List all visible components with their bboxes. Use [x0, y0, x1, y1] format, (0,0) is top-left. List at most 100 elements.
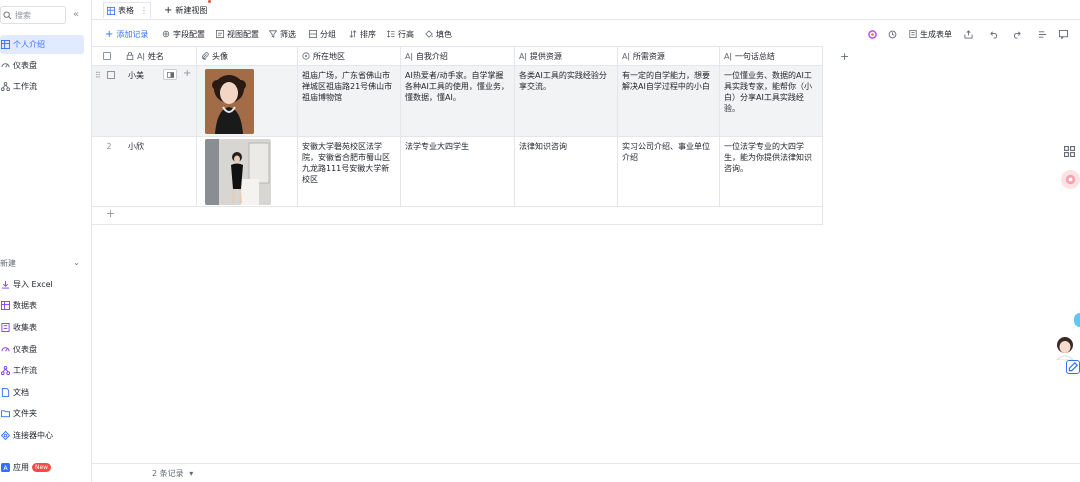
row-checkbox[interactable]	[106, 71, 115, 79]
record-count[interactable]: 2 条记录 ▾	[152, 468, 193, 479]
column-label: 自我介绍	[415, 51, 448, 61]
new-view-label: 新建视图	[175, 5, 208, 15]
add-record-button[interactable]: + 添加记录	[105, 28, 148, 40]
dashboard-icon	[0, 61, 10, 71]
cell-text: 实习公司介绍、事业单位介绍	[622, 142, 710, 162]
comments-icon[interactable]	[1059, 28, 1068, 40]
view-config-button[interactable]: 视图配置	[216, 28, 259, 40]
column-header-avatar[interactable]: 头像	[197, 46, 298, 66]
sidebar-item-personal-intro[interactable]: 个人介绍	[0, 35, 84, 54]
add-row-button[interactable]: +	[92, 207, 823, 225]
new-view-button[interactable]: + 新建视图	[164, 0, 212, 18]
form-icon	[0, 322, 10, 332]
column-header-intro[interactable]: Aǀ 自我介绍	[401, 46, 515, 66]
table-cell-provide[interactable]: 法律知识咨询	[515, 137, 618, 207]
table-cell-avatar[interactable]	[197, 137, 298, 207]
text-field-icon: Aǀ	[405, 51, 413, 61]
table-cell-summary[interactable]: 一位懂业务、数据的AI工具实践专家，能帮你（小白）分享AI工具实践经验。	[720, 66, 823, 137]
search-input[interactable]: 搜索	[0, 6, 66, 24]
avatar-assistant[interactable]	[1054, 336, 1076, 362]
column-header-need[interactable]: Aǀ 所需资源	[618, 46, 720, 66]
sidebar-item-workflow[interactable]: 工作流	[0, 77, 84, 96]
filter-icon	[269, 30, 277, 38]
tab-grid-view[interactable]: 表格 ⋮	[103, 2, 151, 18]
row-height-button[interactable]: 行高	[387, 28, 414, 40]
workflow-icon	[0, 365, 10, 375]
plus-icon: +	[164, 4, 173, 16]
cell-text: 有一定的自学能力，想要解决AI自学过程中的小白	[622, 71, 710, 91]
table-cell-intro[interactable]: 法学专业大四学生	[401, 137, 515, 207]
undo-icon[interactable]	[990, 28, 999, 40]
redo-icon[interactable]	[1012, 28, 1021, 40]
row-handle[interactable]: ⠿	[92, 66, 122, 137]
column-header-name[interactable]: Aǀ 姓名	[122, 46, 197, 66]
collapse-sidebar-icon[interactable]: «	[73, 9, 79, 20]
group-icon	[309, 30, 317, 38]
new-folder[interactable]: 文件夹	[0, 405, 37, 421]
generate-form-label: 生成表单	[920, 29, 952, 39]
ai-assistant-icon[interactable]	[868, 28, 877, 40]
add-column-button[interactable]: +	[840, 50, 849, 63]
chat-edit-icon[interactable]	[1066, 360, 1080, 374]
new-item-label: 导入 Excel	[13, 279, 53, 289]
view-config-icon	[216, 30, 224, 38]
generate-form-button[interactable]: 生成表单	[909, 28, 952, 40]
new-datatable[interactable]: 数据表	[0, 297, 37, 313]
column-header-region[interactable]: 所在地区	[298, 46, 401, 66]
column-header-provide[interactable]: Aǀ 提供资源	[515, 46, 618, 66]
new-form[interactable]: 收集表	[0, 319, 37, 335]
filter-button[interactable]: 筛选	[269, 28, 296, 40]
table-cell-name[interactable]: 小欣	[122, 137, 197, 207]
select-all-checkbox[interactable]	[92, 46, 122, 66]
view-config-label: 视图配置	[227, 29, 259, 39]
column-header-summary[interactable]: Aǀ 一句话总结	[720, 46, 823, 66]
drag-handle-icon[interactable]: ⠿	[95, 70, 101, 132]
text-field-icon: Aǀ	[137, 51, 145, 61]
new-import-excel[interactable]: 导入 Excel	[0, 276, 53, 292]
automation-icon[interactable]	[888, 28, 897, 40]
apps-grid-icon[interactable]	[1064, 146, 1075, 159]
sidebar-item-dashboard[interactable]: 仪表盘	[0, 56, 84, 75]
chevron-down-icon: ⌄	[73, 258, 80, 267]
grid-table-icon	[107, 6, 115, 15]
avatar-photo-xiaomei[interactable]	[205, 69, 254, 134]
sort-button[interactable]: 排序	[349, 28, 376, 40]
more-settings-icon[interactable]	[1038, 28, 1047, 40]
row-index: 2	[92, 137, 122, 207]
avatar-photo-xiaoxin[interactable]	[205, 139, 271, 205]
paint-bucket-icon	[425, 30, 433, 38]
more-vertical-icon[interactable]: ⋮	[140, 6, 148, 15]
view-tab-bar: 表格 ⋮ + 新建视图	[92, 0, 1080, 20]
app-icon: A	[0, 462, 10, 472]
cell-text: 一位懂业务、数据的AI工具实践专家，能帮你（小白）分享AI工具实践经验。	[724, 71, 812, 113]
new-workflow[interactable]: 工作流	[0, 362, 37, 378]
flower-assistant-icon[interactable]	[1061, 170, 1080, 189]
table-cell-need[interactable]: 实习公司介绍、事业单位介绍	[618, 137, 720, 207]
add-subrecord-icon[interactable]: +	[183, 68, 191, 79]
table-cell-region[interactable]: 安徽大学磬苑校区法学院，安徽省合肥市蜀山区九龙路111号安徽大学新校区	[298, 137, 401, 207]
new-item-label: 收集表	[13, 322, 37, 332]
expand-record-icon[interactable]	[163, 69, 177, 80]
table-cell-provide[interactable]: 各类AI工具的实践经验分享交流。	[515, 66, 618, 137]
table-cell-summary[interactable]: 一位法学专业的大四学生，能为你提供法律知识咨询。	[720, 137, 823, 207]
new-item-label: 工作流	[13, 365, 37, 375]
table-cell-avatar[interactable]	[197, 66, 298, 137]
field-config-label: 字段配置	[173, 29, 205, 39]
table-cell-intro[interactable]: AI热爱者/动手家。自学掌握各种AI工具的使用，懂业务，懂数据，懂AI。	[401, 66, 515, 137]
new-dashboard[interactable]: 仪表盘	[0, 341, 37, 357]
new-document[interactable]: 文档	[0, 384, 29, 400]
new-connector-center[interactable]: 连接器中心	[0, 427, 53, 443]
table-cell-need[interactable]: 有一定的自学能力，想要解决AI自学过程中的小白	[618, 66, 720, 137]
apps-label: 应用	[13, 462, 29, 472]
table-cell-name[interactable]: 小美 +	[122, 66, 197, 137]
field-config-button[interactable]: 字段配置	[162, 28, 205, 40]
table-cell-region[interactable]: 祖庙广场，广东省佛山市禅城区祖庙路21号佛山市祖庙博物馆	[298, 66, 401, 137]
new-section-header[interactable]: 新建 ⌄	[0, 258, 80, 269]
share-icon[interactable]	[964, 28, 973, 40]
row-height-icon	[387, 30, 395, 38]
row-number: 2	[106, 142, 112, 151]
sidebar-apps[interactable]: A 应用 New	[0, 459, 52, 475]
group-button[interactable]: 分组	[309, 28, 336, 40]
fill-color-button[interactable]: 填色	[425, 28, 452, 40]
side-panel-toggle[interactable]	[1074, 313, 1080, 327]
